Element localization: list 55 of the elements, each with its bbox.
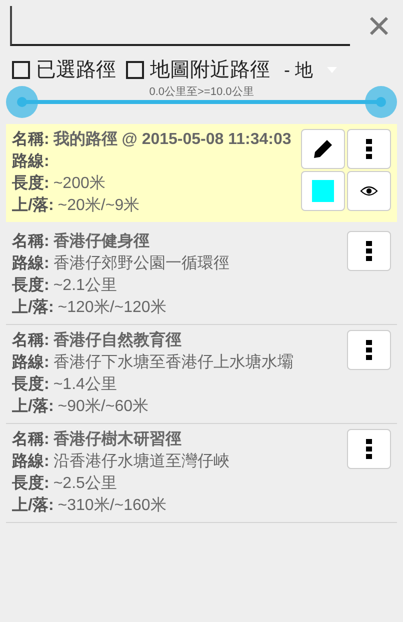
field-value: 香港仔下水塘至香港仔上水塘水壩	[53, 352, 294, 373]
checkbox[interactable]	[126, 61, 144, 79]
field-value: ~310米/~160米	[58, 496, 166, 516]
field-label: 上/落:	[12, 298, 54, 318]
field-label: 路線:	[12, 254, 50, 274]
more-icon	[366, 340, 372, 360]
route-item[interactable]: 名稱: 香港仔健身徑 路線: 香港仔郊野公園一循環徑 長度: ~2.1公里 上/落: ~120米/~120米	[6, 226, 397, 325]
field-label: 名稱:	[12, 130, 50, 150]
more-button[interactable]	[347, 429, 391, 469]
field-value: ~120米/~120米	[58, 298, 166, 318]
field-label: 名稱:	[12, 232, 50, 252]
route-item[interactable]: 名稱: 香港仔自然教育徑 路線: 香港仔下水塘至香港仔上水塘水壩 長度: ~1.4公里 上/落: ~90米/~60米	[6, 325, 397, 424]
pencil-icon	[312, 138, 334, 160]
more-icon	[366, 139, 372, 159]
edit-button[interactable]	[301, 129, 345, 169]
field-label: 名稱:	[12, 330, 50, 351]
field-label: 路線:	[12, 152, 50, 172]
field-label: 路線:	[12, 452, 50, 472]
route-item[interactable]: 名稱: 我的路徑 @ 2015-05-08 11:34:03 路線: 長度: ~200米 上/落: ~20米/~9米	[6, 124, 397, 222]
more-button[interactable]	[347, 129, 391, 169]
field-value: ~20米/~9米	[58, 196, 140, 216]
checkbox-label: 地圖附近路徑	[150, 58, 270, 82]
route-name: 香港仔健身徑	[53, 231, 150, 252]
field-value: ~1.4公里	[53, 375, 117, 395]
checkbox[interactable]	[12, 61, 30, 79]
region-dropdown[interactable]: - 地	[284, 58, 337, 82]
more-icon	[366, 439, 372, 459]
eye-icon	[360, 186, 378, 196]
route-name: 香港仔自然教育徑	[53, 330, 182, 351]
more-button[interactable]	[347, 330, 391, 370]
field-label: 長度:	[12, 374, 50, 395]
field-value: ~2.1公里	[53, 276, 117, 296]
route-name: 我的路徑 @ 2015-05-08 11:34:03	[53, 130, 292, 150]
field-value: 香港仔郊野公園一循環徑	[53, 254, 230, 274]
field-label: 長度:	[12, 173, 50, 194]
field-label: 上/落:	[12, 396, 54, 417]
route-item[interactable]: 名稱: 香港仔樹木研習徑 路線: 沿香港仔水塘道至灣仔峽 長度: ~2.5公里 上/落: ~310米/~160米	[6, 424, 397, 523]
field-value: ~2.5公里	[53, 474, 117, 494]
visibility-button[interactable]	[347, 171, 391, 211]
close-icon[interactable]	[369, 16, 389, 36]
field-label: 名稱:	[12, 430, 50, 450]
field-value: 沿香港仔水塘道至灣仔峽	[53, 452, 230, 472]
field-label: 上/落:	[12, 196, 54, 216]
search-field[interactable]	[10, 6, 350, 46]
field-label: 長度:	[12, 473, 50, 494]
color-button[interactable]	[301, 171, 345, 211]
more-button[interactable]	[347, 231, 391, 271]
field-value: ~200米	[53, 174, 106, 194]
more-icon	[366, 241, 372, 261]
field-label: 路線:	[12, 352, 50, 373]
field-value: ~90米/~60米	[58, 396, 149, 417]
route-name: 香港仔樹木研習徑	[53, 429, 182, 450]
field-label: 長度:	[12, 275, 50, 296]
field-label: 上/落:	[12, 496, 54, 516]
checkbox-label: 已選路徑	[36, 58, 116, 82]
